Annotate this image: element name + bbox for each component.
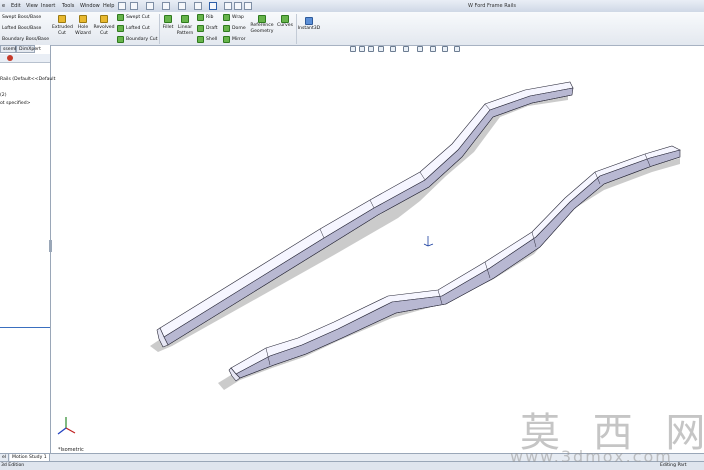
document-title: W Ford Frame Rails: [468, 3, 517, 9]
rib-icon[interactable]: [197, 14, 204, 21]
rollback-bar[interactable]: [0, 327, 50, 328]
curves-icon[interactable]: [281, 15, 289, 23]
origin-icon: [423, 236, 434, 247]
rail-top-flange: [159, 81, 574, 338]
extruded-cut-label-1: Extruded: [52, 25, 73, 30]
status-edition: 3d Edition: [1, 463, 25, 468]
file-properties-icon[interactable]: [234, 2, 242, 10]
rebuild-icon[interactable]: [224, 2, 232, 10]
print-icon[interactable]: [178, 2, 186, 10]
swept-cut-button[interactable]: Swept Cut: [126, 15, 150, 20]
tree-root[interactable]: Rails (Default<<Default: [0, 77, 55, 82]
wrap-icon[interactable]: [223, 14, 230, 21]
revolved-cut-label-2: Cut: [100, 31, 108, 36]
mirror-button[interactable]: Mirror: [232, 37, 246, 42]
shell-button[interactable]: Shell: [206, 37, 217, 42]
linear-pattern-icon[interactable]: [181, 15, 189, 23]
linear-pattern-label-2: Pattern: [176, 31, 194, 36]
hole-wizard-label-1: Hole: [77, 25, 89, 30]
hole-wizard-icon[interactable]: [79, 15, 87, 23]
tab-dimxpert[interactable]: DimXpert: [16, 45, 41, 53]
draft-button[interactable]: Draft: [206, 26, 218, 31]
revolved-cut-label-1: Revolved: [93, 25, 115, 30]
lofted-cut-button[interactable]: Lofted Cut: [126, 26, 150, 31]
watermark-url: www.3dmox.com: [510, 447, 673, 466]
shell-icon[interactable]: [197, 36, 204, 43]
draft-icon[interactable]: [197, 25, 204, 32]
rib-button[interactable]: Rib: [206, 15, 213, 20]
view-triad-icon: [57, 417, 76, 435]
menu-help[interactable]: Help: [103, 3, 114, 9]
pin-icon[interactable]: [118, 2, 126, 10]
wrap-button[interactable]: Wrap: [232, 15, 244, 20]
instant3d-label: Instant3D: [297, 26, 321, 31]
tab-assembly[interactable]: ssembly: [0, 45, 22, 53]
extruded-cut-label-2: Cut: [58, 31, 66, 36]
lofted-cut-icon[interactable]: [117, 25, 124, 32]
fillet-label: Fillet: [162, 25, 174, 30]
lofted-boss-button[interactable]: Lofted Boss/Base: [2, 26, 41, 31]
swept-cut-icon[interactable]: [117, 14, 124, 21]
boundary-boss-button[interactable]: Boundary Boss/Base: [2, 37, 49, 42]
mirror-icon[interactable]: [223, 36, 230, 43]
reference-geometry-icon[interactable]: [258, 15, 266, 23]
dome-icon[interactable]: [223, 25, 230, 32]
tree-item-sensors[interactable]: (2): [0, 93, 7, 98]
menu-view[interactable]: View: [26, 3, 38, 9]
menu-edit[interactable]: Edit: [11, 3, 21, 9]
select-icon[interactable]: [209, 2, 217, 10]
boundary-cut-button[interactable]: Boundary Cut: [126, 37, 158, 42]
revolved-cut-icon[interactable]: [100, 15, 108, 23]
extruded-cut-icon[interactable]: [58, 15, 66, 23]
dome-button[interactable]: Dome: [232, 26, 246, 31]
undo-icon[interactable]: [194, 2, 202, 10]
hole-wizard-label-2: Wizard: [75, 31, 91, 36]
panel-toolbar: [0, 54, 50, 63]
feature-manager-icon[interactable]: [7, 55, 13, 61]
menu-file[interactable]: e: [2, 3, 5, 9]
boundary-cut-icon[interactable]: [117, 36, 124, 43]
feature-manager-panel: ssembly DimXpert Rails (Default<<Default…: [0, 45, 55, 453]
swept-boss-button[interactable]: Swept Boss/Base: [2, 15, 41, 20]
fillet-icon[interactable]: [164, 15, 172, 23]
linear-pattern-label-1: Linear: [177, 25, 193, 30]
menu-window[interactable]: Window: [80, 3, 100, 9]
curves-label: Curves: [277, 23, 293, 28]
instant3d-icon[interactable]: [305, 17, 313, 25]
open-icon[interactable]: [146, 2, 154, 10]
reference-geometry-label-2: Geometry: [250, 29, 274, 34]
reference-geometry-label-1: Reference: [250, 23, 274, 28]
save-icon[interactable]: [162, 2, 170, 10]
tree-item-material[interactable]: ot specified>: [0, 101, 31, 106]
new-document-icon[interactable]: [130, 2, 138, 10]
menu-insert[interactable]: Insert: [41, 3, 55, 9]
graphics-area[interactable]: [51, 45, 704, 453]
options-icon[interactable]: [244, 2, 252, 10]
command-manager: Swept Boss/Base Lofted Boss/Base Boundar…: [0, 12, 704, 46]
menu-tools[interactable]: Tools: [62, 3, 74, 9]
